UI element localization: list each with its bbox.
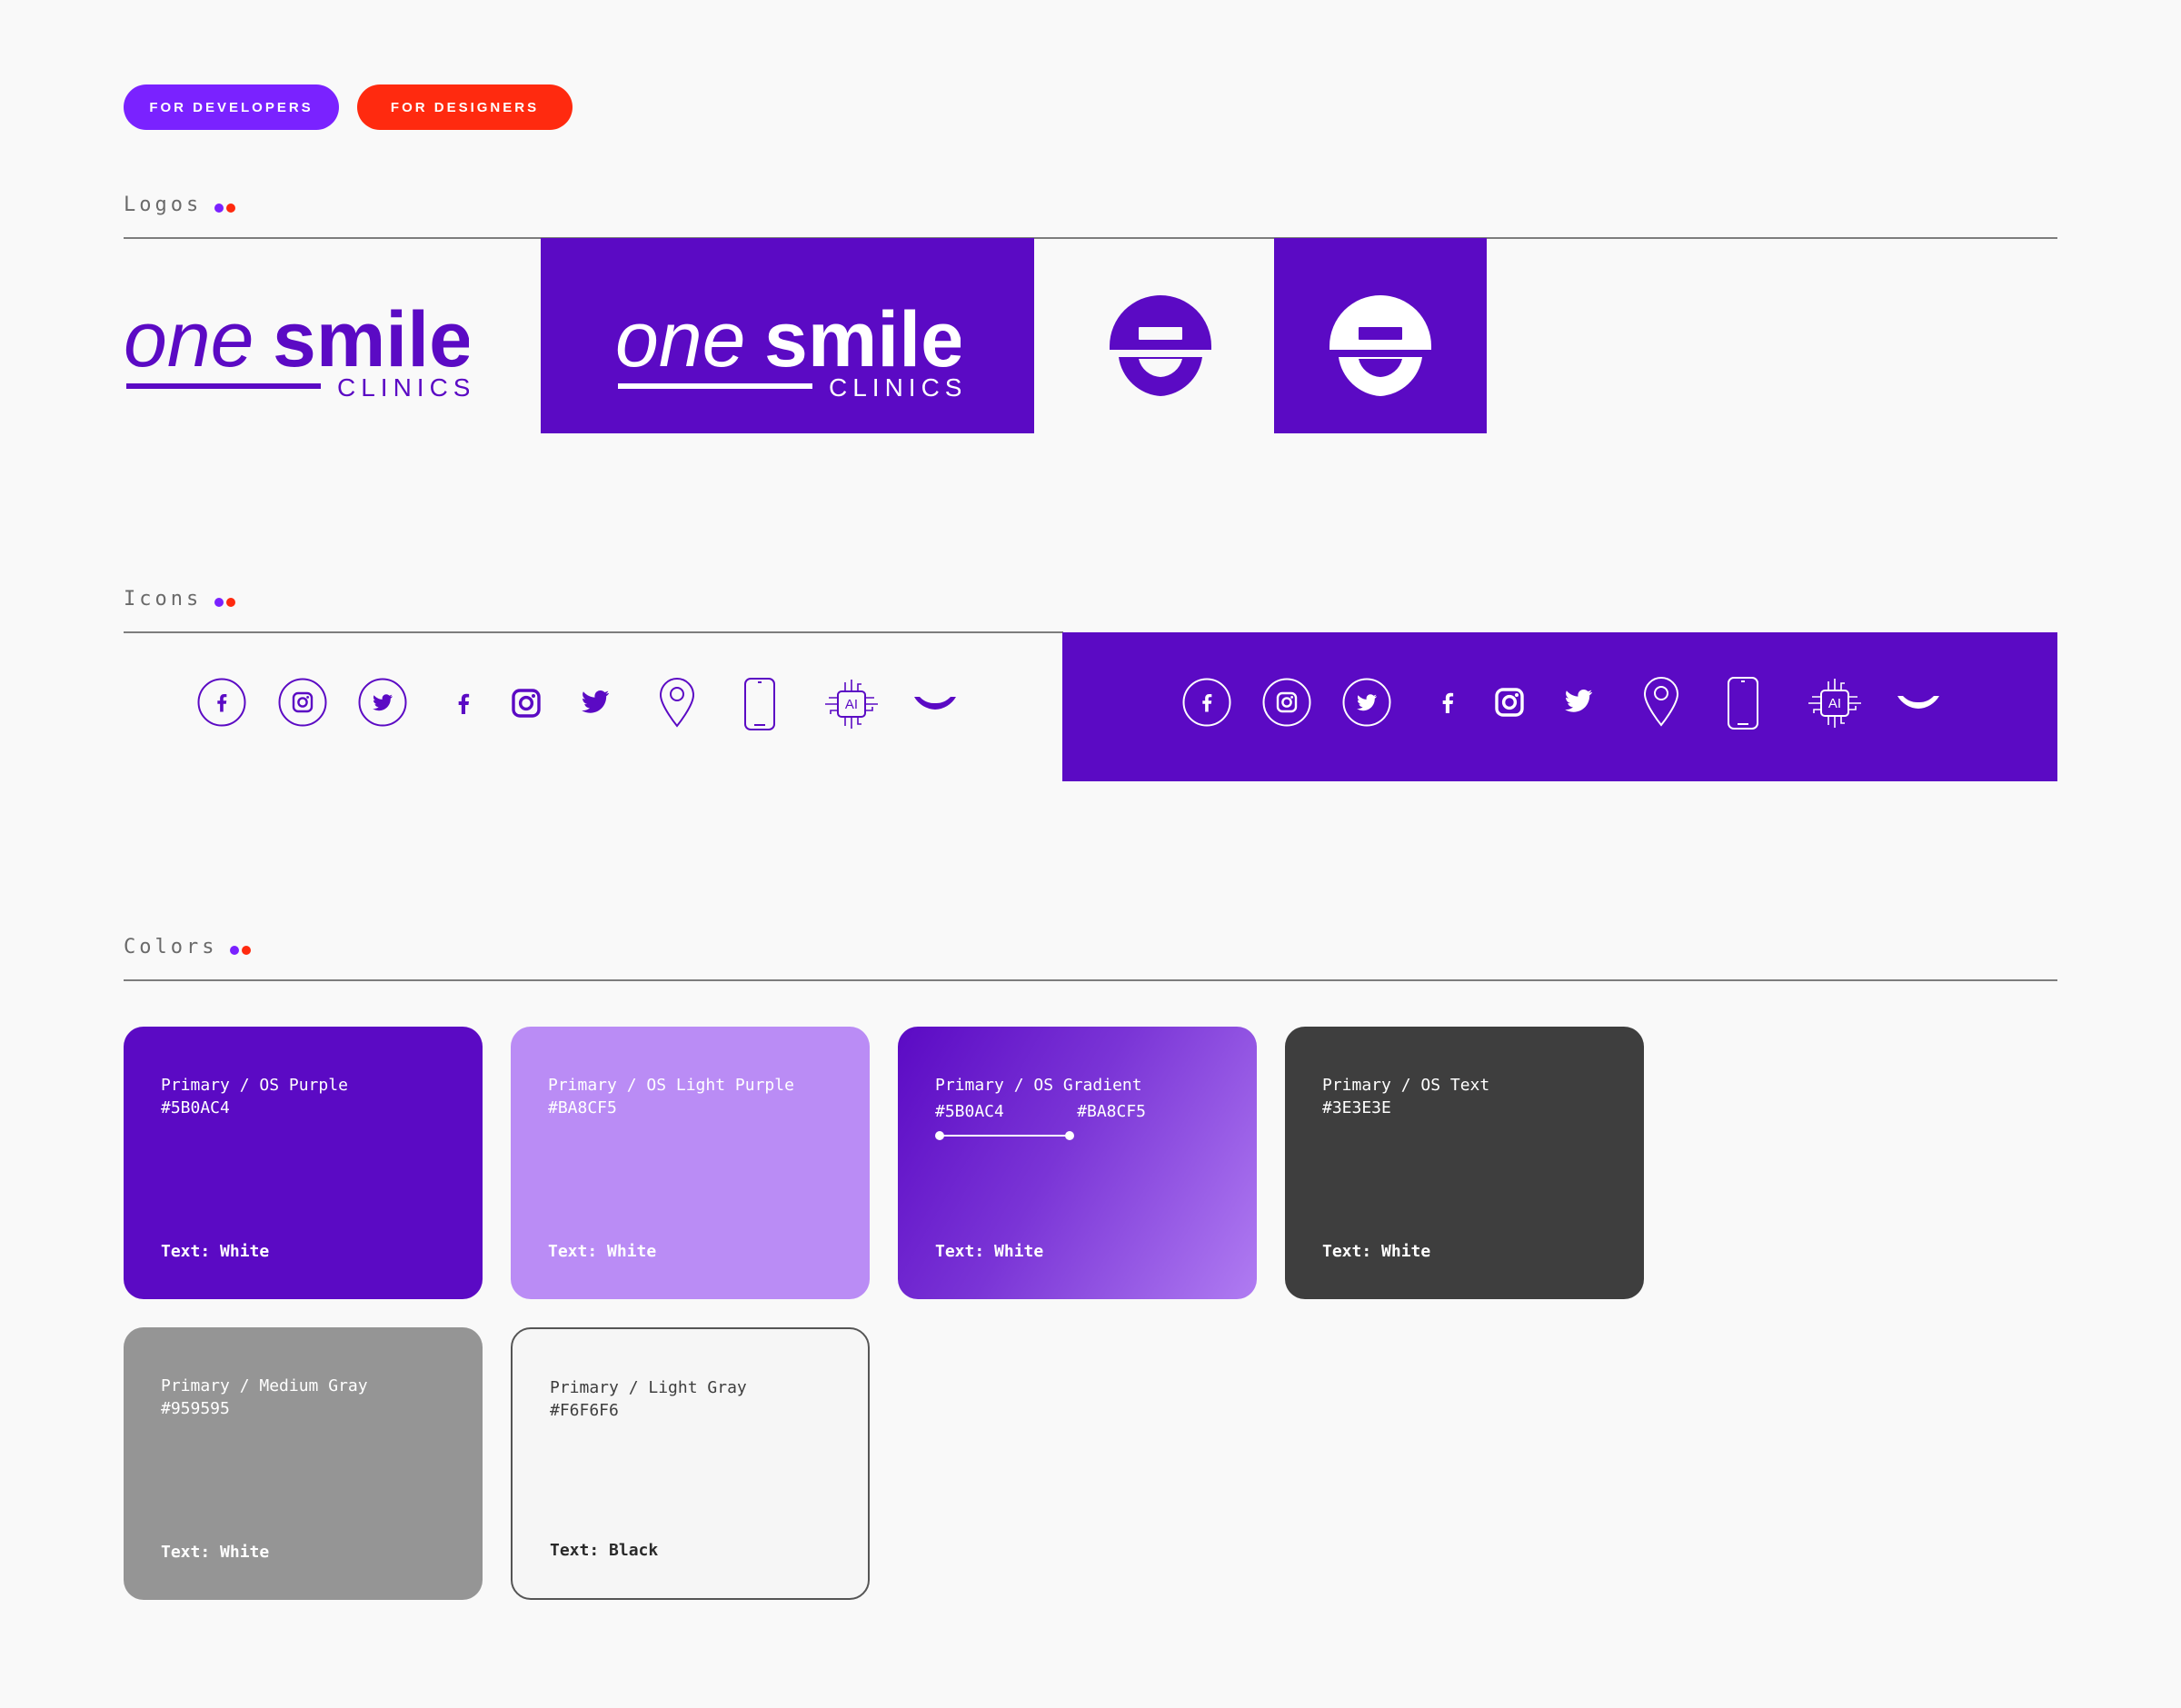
section-divider <box>124 979 2057 981</box>
ai-chip-label: AI <box>1828 696 1841 711</box>
color-card-os-text: Primary / OS Text #3E3E3E Text: White <box>1285 1027 1644 1299</box>
color-card-os-light-purple: Primary / OS Light Purple #BA8CF5 Text: … <box>511 1027 870 1299</box>
icon-row-dark: AI <box>1062 632 2057 781</box>
twitter-circle-icon[interactable] <box>1342 678 1391 727</box>
color-name: Primary / OS Purple <box>161 1076 348 1095</box>
smartphone-icon[interactable] <box>742 676 777 732</box>
color-card-os-purple: Primary / OS Purple #5B0AC4 Text: White <box>124 1027 483 1299</box>
gradient-end-hex: #BA8CF5 <box>1077 1102 1146 1121</box>
section-title-colors-text: Colors <box>124 936 218 958</box>
color-name: Primary / OS Text <box>1322 1076 1490 1095</box>
color-card-light-gray: Primary / Light Gray #F6F6F6 Text: Black <box>511 1327 870 1600</box>
logo-wordmark-purple: one smile CLINICS <box>124 296 473 402</box>
smartphone-icon[interactable] <box>1726 675 1760 731</box>
color-hex: #BA8CF5 <box>548 1098 617 1117</box>
twitter-icon[interactable] <box>1561 684 1596 717</box>
color-hex: #F6F6F6 <box>550 1401 619 1420</box>
color-hex: #5B0AC4 <box>161 1098 230 1117</box>
for-designers-button[interactable]: FOR DESIGNERS <box>357 84 573 130</box>
twitter-icon[interactable] <box>578 685 612 718</box>
facebook-circle-icon[interactable] <box>1182 678 1231 727</box>
smile-icon[interactable] <box>912 693 958 713</box>
section-dots <box>214 597 236 607</box>
logo-word-smile: smile <box>273 300 469 383</box>
color-name: Primary / Light Gray <box>550 1378 747 1397</box>
color-text-usage: Text: White <box>935 1242 1044 1261</box>
color-card-os-gradient: Primary / OS Gradient #5B0AC4 #BA8CF5 Te… <box>898 1027 1257 1299</box>
ai-chip-icon[interactable]: AI <box>823 677 880 731</box>
facebook-circle-icon[interactable] <box>197 678 246 727</box>
color-name: Primary / Medium Gray <box>161 1376 368 1395</box>
color-text-usage: Text: White <box>161 1543 270 1562</box>
gradient-slider <box>935 1130 1074 1141</box>
color-text-usage: Text: White <box>1322 1242 1431 1261</box>
smile-icon[interactable] <box>1896 692 1941 712</box>
gradient-stops: #5B0AC4 #BA8CF5 <box>935 1100 1146 1123</box>
logo-word-one: one <box>124 300 254 383</box>
section-title-icons: Icons <box>124 588 236 611</box>
color-name: Primary / OS Gradient <box>935 1076 1142 1095</box>
instagram-circle-icon[interactable] <box>278 678 327 727</box>
logo-mark-purple <box>1108 293 1213 398</box>
section-title-icons-text: Icons <box>124 588 203 611</box>
gradient-start-hex: #5B0AC4 <box>935 1102 1004 1121</box>
color-text-usage: Text: White <box>161 1242 270 1261</box>
ai-chip-icon[interactable]: AI <box>1807 676 1863 730</box>
color-text-usage: Text: Black <box>550 1541 659 1560</box>
section-divider <box>124 237 2057 239</box>
location-pin-icon[interactable] <box>1642 676 1680 727</box>
logo-mark-box-purple <box>1274 238 1487 433</box>
location-pin-icon[interactable] <box>658 677 696 728</box>
color-hex: #959595 <box>161 1399 230 1418</box>
color-hex: #3E3E3E <box>1322 1098 1391 1117</box>
section-title-logos-text: Logos <box>124 194 203 216</box>
section-divider <box>124 631 1063 633</box>
instagram-circle-icon[interactable] <box>1262 678 1311 727</box>
logo-wordmark-white: one smile CLINICS <box>615 296 964 402</box>
facebook-icon[interactable] <box>1433 686 1462 719</box>
instagram-icon[interactable] <box>1494 687 1525 718</box>
for-developers-button[interactable]: FOR DEVELOPERS <box>124 84 339 130</box>
color-name: Primary / OS Light Purple <box>548 1076 794 1095</box>
color-text-usage: Text: White <box>548 1242 657 1261</box>
section-dots <box>214 203 236 213</box>
section-dots <box>230 945 252 955</box>
twitter-circle-icon[interactable] <box>358 678 407 727</box>
section-title-logos: Logos <box>124 194 236 216</box>
logo-box-purple: one smile CLINICS <box>541 238 1034 433</box>
logo-word-clinics: CLINICS <box>829 373 961 400</box>
color-card-medium-gray: Primary / Medium Gray #959595 Text: Whit… <box>124 1327 483 1600</box>
section-title-colors: Colors <box>124 936 252 958</box>
instagram-icon[interactable] <box>511 688 542 719</box>
logo-word-one: one <box>615 300 746 383</box>
logo-word-clinics: CLINICS <box>337 373 469 400</box>
logo-word-smile: smile <box>764 300 961 383</box>
ai-chip-label: AI <box>845 697 858 712</box>
facebook-icon[interactable] <box>449 687 478 720</box>
